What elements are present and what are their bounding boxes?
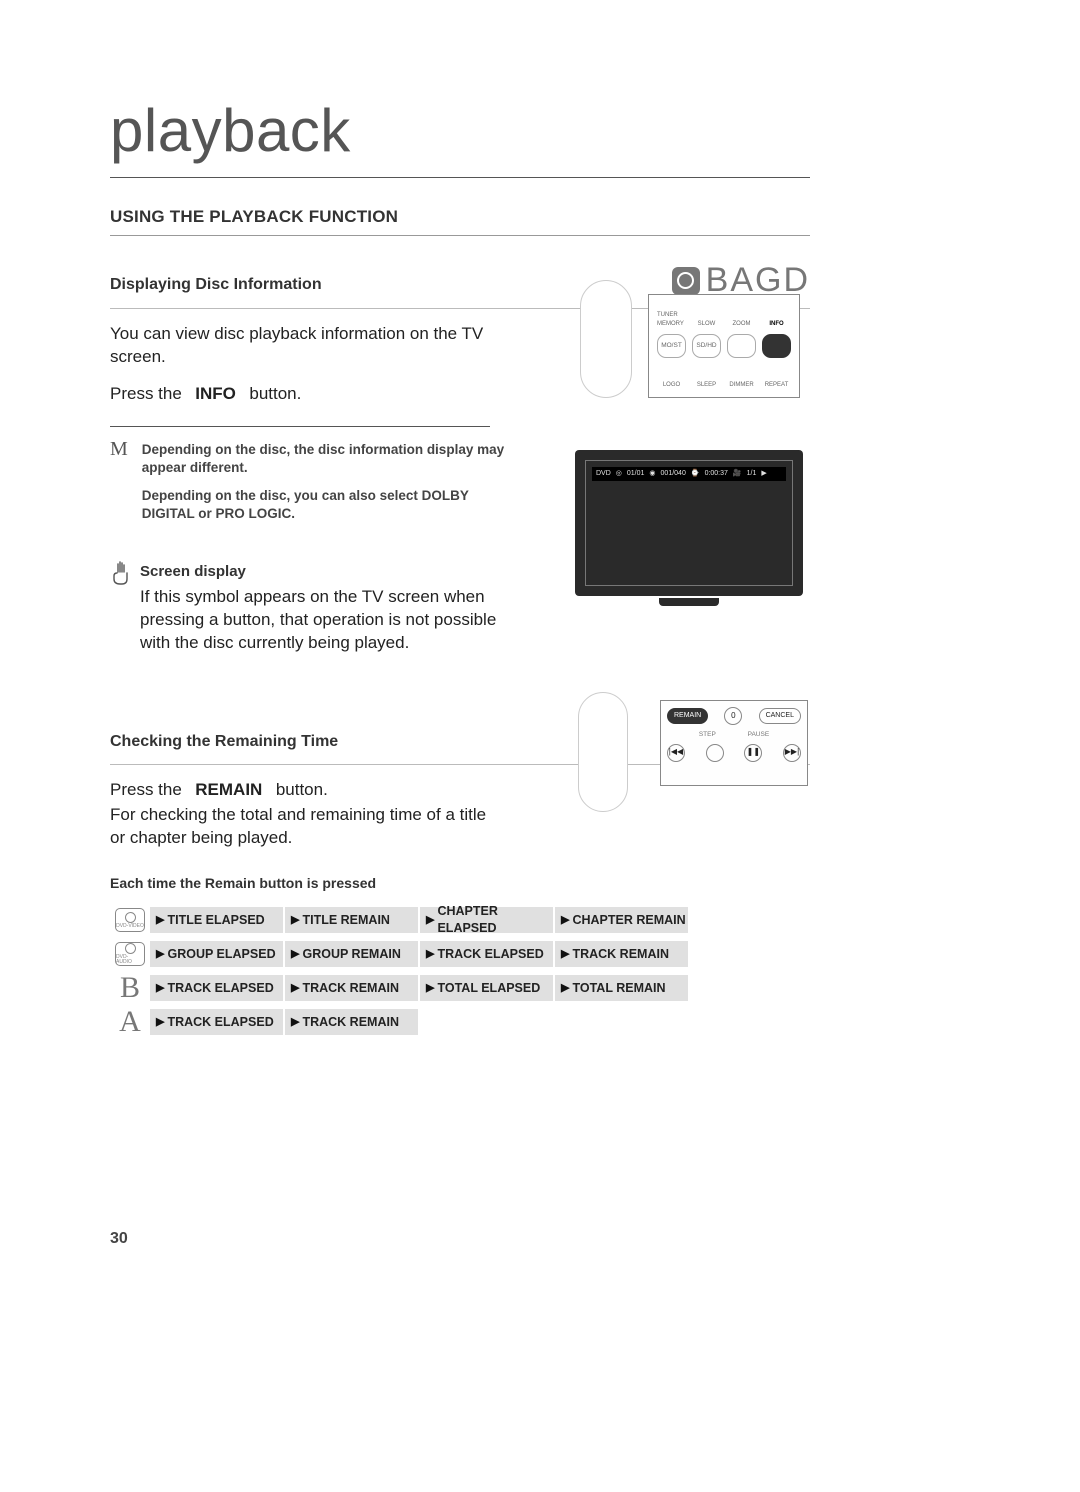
arrow-icon: ▶ [561,981,569,996]
disc-video-icon: DVD-VIDEO [110,908,150,932]
arrow-icon: ▶ [426,913,434,928]
seq-cell: ▶GROUP ELAPSED [150,941,285,967]
seq-cell: ▶TRACK ELAPSED [420,941,555,967]
disc-audio-icon: DVD-AUDIO [110,942,150,966]
next-track-icon: ▶▶| [783,744,801,762]
seq-cell: ▶TITLE ELAPSED [150,907,285,933]
arrow-icon: ▶ [561,913,569,928]
section-rule [110,235,810,236]
remote-button-grid: TUNER MEMORY SLOW ZOOM INFO MO/ST SD/HD … [648,294,800,398]
grid-label: SLOW [698,320,716,328]
page-title: playback [110,90,810,171]
seq-cell: ▶TOTAL ELAPSED [420,975,555,1001]
dvd-icon [672,267,700,295]
seq-cell: ▶GROUP REMAIN [285,941,420,967]
status-chapter: 001/040 [661,469,686,478]
grid-label: REPEAT [765,381,789,389]
sequence-heading: Each time the Remain button is pressed [110,874,810,893]
status-angle: 1/1 [747,469,757,478]
arrow-icon: ▶ [156,1015,164,1030]
status-time: 0:00:37 [705,469,728,478]
seq-cell: ▶TOTAL REMAIN [555,975,690,1001]
tv-status-bar: DVD ◎01/01 ◉001/040 ⌚0:00:37 🎥1/1 ▶ [592,467,786,481]
press-info-button: INFO [195,384,236,403]
format-a-icon: A [110,1002,150,1043]
arrow-icon: ▶ [426,947,434,962]
seq-cell: ▶TRACK ELAPSED [150,1009,285,1035]
press-info-line: Press the INFO button. [110,383,540,406]
seq-cell: ▶TRACK REMAIN [555,941,690,967]
arrow-icon: ▶ [156,913,164,928]
seq-cell: ▶TRACK REMAIN [285,975,420,1001]
press-suffix-2: button. [276,780,328,799]
info-body: You can view disc playback information o… [110,323,495,369]
page-number: 30 [110,1228,128,1250]
grid-label: SLEEP [697,381,716,389]
remote-button: SD/HD [692,334,721,359]
table-row: B ▶TRACK ELAPSED ▶TRACK REMAIN ▶TOTAL EL… [110,971,690,1005]
remote-pause-label: PAUSE [748,731,770,740]
note-block: M Depending on the disc, the disc inform… [110,441,540,534]
info-divider [110,426,490,427]
remote-remain-panel: REMAIN 0 CANCEL STEP PAUSE |◀◀ ❚❚ ▶▶| [660,700,808,786]
table-row: DVD-VIDEO ▶TITLE ELAPSED ▶TITLE REMAIN ▶… [110,903,690,937]
press-suffix: button. [249,384,301,403]
arrow-icon: ▶ [291,947,299,962]
remain-sequence-table: DVD-VIDEO ▶TITLE ELAPSED ▶TITLE REMAIN ▶… [110,903,690,1039]
tv-illustration: DVD ◎01/01 ◉001/040 ⌚0:00:37 🎥1/1 ▶ [575,450,803,596]
title-rule [110,177,810,178]
remain-heading: Checking the Remaining Time [110,731,338,753]
screen-display-title: Screen display [140,562,510,582]
remain-body: For checking the total and remaining tim… [110,804,495,850]
note-1: Depending on the disc, the disc informat… [142,441,522,477]
arrow-icon: ▶ [561,947,569,962]
remote-info-button [762,334,791,359]
press-prefix-2: Press the [110,780,182,799]
section-using-playback: USING THE PLAYBACK FUNCTION [110,206,810,229]
info-body-column: You can view disc playback information o… [110,323,540,655]
remote-button: MO/ST [657,334,686,359]
prev-track-icon: |◀◀ [667,744,685,762]
table-row: DVD-AUDIO ▶GROUP ELAPSED ▶GROUP REMAIN ▶… [110,937,690,971]
arrow-icon: ▶ [291,1015,299,1030]
arrow-icon: ▶ [291,981,299,996]
note-text: Depending on the disc, the disc informat… [142,441,522,534]
remote-illustration-1 [580,280,632,398]
status-type: DVD [596,469,611,478]
screen-display-body: If this symbol appears on the TV screen … [140,586,510,655]
grid-label: DIMMER [729,381,753,389]
arrow-icon: ▶ [156,947,164,962]
pause-button: ❚❚ [744,744,762,762]
remote-step-label: STEP [699,731,716,740]
note-2: Depending on the disc, you can also sele… [142,487,522,523]
remote-zero-button: 0 [724,707,742,725]
screen-display-row: Screen display If this symbol appears on… [110,562,540,655]
grid-label: TUNER MEMORY [657,311,686,327]
remote-illustration-2 [578,692,628,812]
remote-cancel-button: CANCEL [759,708,801,723]
seq-cell: ▶TITLE REMAIN [285,907,420,933]
remote-remain-button: REMAIN [667,708,708,723]
seq-cell: ▶CHAPTER REMAIN [555,907,690,933]
table-row: A ▶TRACK ELAPSED ▶TRACK REMAIN [110,1005,690,1039]
grid-label-info: INFO [769,320,783,328]
seq-cell: ▶TRACK ELAPSED [150,975,285,1001]
palm-icon [110,560,132,586]
seq-cell: ▶TRACK REMAIN [285,1009,420,1035]
arrow-icon: ▶ [426,981,434,996]
arrow-icon: ▶ [156,981,164,996]
seq-cell: ▶CHAPTER ELAPSED [420,907,555,933]
grid-label: ZOOM [733,320,751,328]
press-remain-button: REMAIN [195,780,262,799]
press-prefix: Press the [110,384,182,403]
note-marker-icon: M [110,439,128,534]
status-title: 01/01 [627,469,645,478]
info-heading: Displaying Disc Information [110,274,322,296]
step-button [706,744,724,762]
remote-button [727,334,756,359]
arrow-icon: ▶ [291,913,299,928]
grid-label: LOGO [663,381,680,389]
tv-screen: DVD ◎01/01 ◉001/040 ⌚0:00:37 🎥1/1 ▶ [585,460,793,586]
